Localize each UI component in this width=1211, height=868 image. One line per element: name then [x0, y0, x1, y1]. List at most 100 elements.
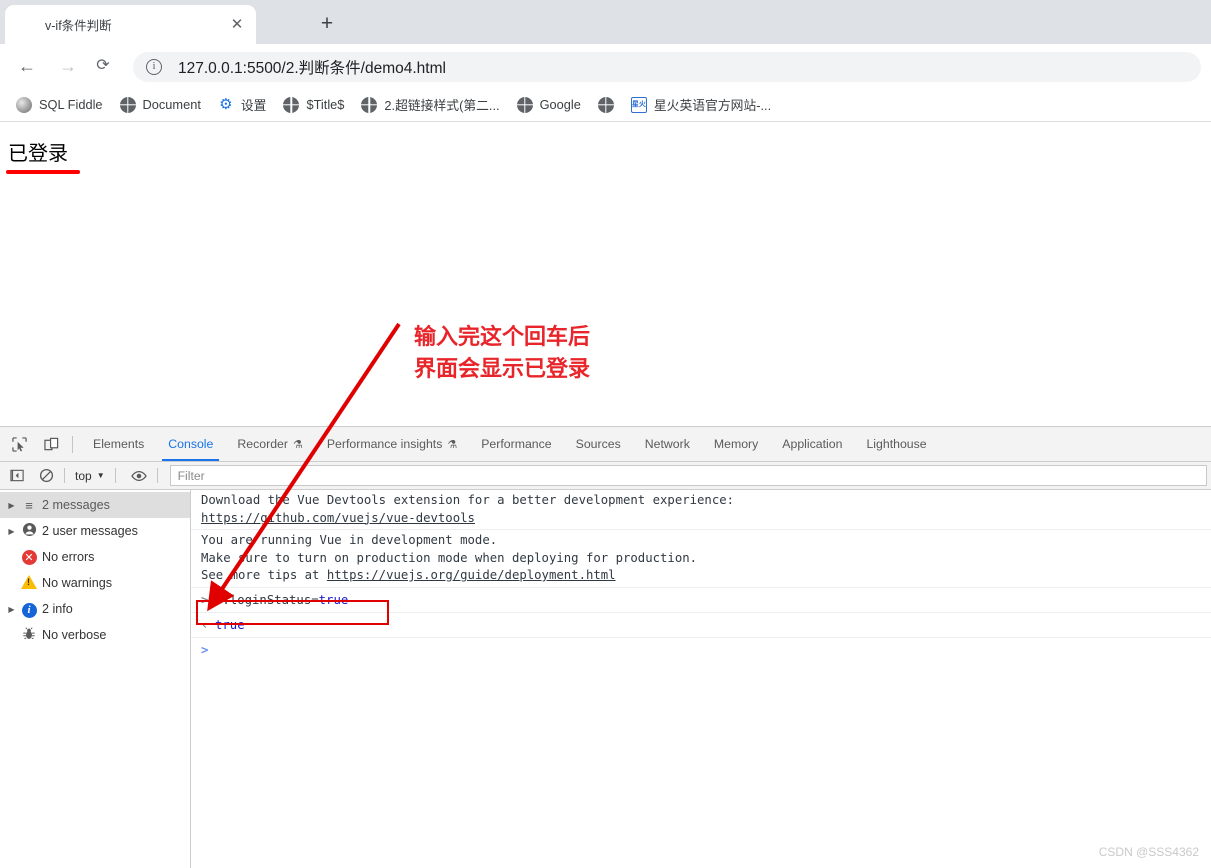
tab-console[interactable]: Console [156, 427, 225, 461]
tab-sources[interactable]: Sources [564, 427, 633, 461]
console-prompt-icon: > [201, 642, 209, 657]
expand-arrow-icon[interactable]: ▶ [5, 501, 18, 510]
browser-toolbar: ← → ⟳ i 127.0.0.1:5500/2.判断条件/demo4.html [0, 44, 1211, 88]
tab-network[interactable]: Network [633, 427, 702, 461]
browser-window: v-if条件判断 ✕ + ← → ⟳ i 127.0.0.1:5500/2.判断… [0, 0, 1211, 868]
forward-icon[interactable]: → [54, 52, 82, 80]
tab-application[interactable]: Application [770, 427, 854, 461]
bookmark-label: SQL Fiddle [39, 97, 103, 112]
sidebar-item-label: No errors [42, 550, 95, 564]
bookmark-hyperlink-style[interactable]: 2.超链接样式(第二... [355, 92, 505, 118]
console-toolbar: top ▼ Filter [0, 462, 1211, 490]
tab-label: Network [644, 437, 690, 451]
back-icon[interactable]: ← [13, 52, 41, 80]
bookmark-label: 设置 [240, 98, 267, 113]
experiment-flask-icon: ⚗ [292, 438, 303, 451]
console-message-vue-devtools: Download the Vue Devtools extension for … [191, 490, 1211, 530]
bookmark-google[interactable]: Google [511, 92, 587, 118]
console-sidebar: ▶ ≡ 2 messages ▶ 2 user messages ✕ No er… [0, 490, 191, 868]
globe-icon [361, 96, 378, 113]
device-toolbar-icon[interactable] [38, 431, 64, 457]
reload-icon[interactable]: ⟳ [89, 52, 117, 80]
address-bar[interactable]: i 127.0.0.1:5500/2.判断条件/demo4.html [133, 52, 1201, 82]
message-line: Make sure to turn on production mode whe… [201, 550, 698, 565]
address-bar-url: 127.0.0.1:5500/2.判断条件/demo4.html [178, 60, 446, 77]
bookmark-sql-fiddle[interactable]: SQL Fiddle [10, 92, 109, 118]
tab-performance-insights[interactable]: Performance insights ⚗ [315, 427, 469, 461]
tab-recorder[interactable]: Recorder ⚗ [225, 427, 314, 461]
user-icon [18, 522, 40, 540]
message-link[interactable]: https://github.com/vuejs/vue-devtools [201, 511, 475, 525]
live-expression-eye-icon[interactable] [127, 464, 151, 488]
bookmark-label: $Title$ [306, 97, 345, 112]
devtools-panel: Elements Console Recorder ⚗ Performance i… [0, 426, 1211, 868]
inspect-element-icon[interactable] [6, 431, 32, 457]
sidebar-item-messages[interactable]: ▶ ≡ 2 messages [0, 492, 190, 518]
tab-lighthouse[interactable]: Lighthouse [854, 427, 938, 461]
message-link[interactable]: https://vuejs.org/guide/deployment.html [327, 568, 616, 582]
sidebar-item-label: 2 user messages [42, 524, 138, 538]
bookmark-title[interactable]: $Title$ [277, 92, 350, 118]
tab-strip: v-if条件判断 ✕ + [0, 0, 1211, 44]
red-underline-annotation [6, 170, 80, 174]
tab-label: Performance insights [326, 437, 443, 451]
tab-label: Sources [575, 437, 621, 451]
filter-input[interactable]: Filter [169, 465, 1207, 486]
tab-label: Elements [93, 437, 145, 451]
expand-arrow-icon[interactable]: ▶ [5, 605, 18, 614]
verbose-bug-icon [18, 626, 40, 644]
page-viewport: 已登录 [0, 122, 1211, 426]
tab-label: Recorder [237, 437, 288, 451]
console-output: Download the Vue Devtools extension for … [191, 490, 1211, 868]
message-line: See more tips at [201, 568, 327, 582]
tab-label: Console [168, 437, 214, 451]
bookmarks-bar: SQL Fiddle Document ⚙ 设置 $Title$ 2.超链接样式… [0, 88, 1211, 122]
sidebar-item-user-messages[interactable]: ▶ 2 user messages [0, 518, 190, 544]
gear-icon: ⚙ [219, 95, 233, 113]
sidebar-item-label: No verbose [42, 628, 107, 642]
bookmark-document[interactable]: Document [114, 92, 207, 118]
tab-favicon-icon [18, 16, 35, 33]
sidebar-item-info[interactable]: ▶ i 2 info [0, 596, 190, 622]
globe-icon [597, 96, 614, 113]
tab-performance[interactable]: Performance [469, 427, 563, 461]
site-info-icon[interactable]: i [146, 59, 162, 75]
sidebar-item-errors[interactable]: ✕ No errors [0, 544, 190, 570]
context-label: top [75, 468, 92, 483]
experiment-flask-icon: ⚗ [447, 438, 458, 451]
sidebar-item-label: 2 info [42, 602, 73, 616]
sidebar-item-verbose[interactable]: No verbose [0, 622, 190, 648]
tab-label: Lighthouse [866, 437, 927, 451]
console-body: ▶ ≡ 2 messages ▶ 2 user messages ✕ No er… [0, 490, 1211, 868]
tab-elements[interactable]: Elements [81, 427, 156, 461]
page-heading: 已登录 [8, 141, 68, 165]
browser-tab[interactable]: v-if条件判断 ✕ [5, 5, 256, 44]
console-prompt-row[interactable]: > [191, 638, 1211, 662]
filter-placeholder: Filter [177, 468, 205, 483]
watermark: CSDN @SSS4362 [1098, 845, 1199, 859]
new-tab-button[interactable]: + [313, 10, 341, 38]
message-line: You are running Vue in development mode. [201, 533, 498, 547]
divider [156, 468, 158, 483]
sidebar-item-warnings[interactable]: No warnings [0, 570, 190, 596]
bookmark-xinghuo-english[interactable]: 星火 星火英语官方网站-... [625, 92, 777, 118]
bookmark-label: Document [142, 97, 201, 112]
sidebar-toggle-icon[interactable] [5, 464, 29, 488]
divider [64, 468, 65, 483]
bookmark-label: 2.超链接样式(第二... [384, 98, 500, 113]
bookmark-unnamed[interactable] [592, 92, 620, 118]
clear-console-icon[interactable] [34, 464, 58, 488]
tab-memory[interactable]: Memory [702, 427, 770, 461]
divider [72, 435, 73, 453]
bookmark-settings[interactable]: ⚙ 设置 [212, 92, 273, 118]
annotation-text: 输入完这个回车后 界面会显示已登录 [414, 325, 591, 382]
list-icon: ≡ [25, 497, 33, 513]
tab-label: Performance [481, 437, 552, 451]
sidebar-item-label: No warnings [42, 576, 112, 590]
warning-icon [18, 574, 40, 592]
execution-context-selector[interactable]: top ▼ [71, 469, 109, 483]
close-tab-icon[interactable]: ✕ [228, 16, 246, 34]
expand-arrow-icon[interactable]: ▶ [5, 527, 18, 536]
tab-label: Application [782, 437, 843, 451]
bookmark-label: Google [539, 97, 581, 112]
